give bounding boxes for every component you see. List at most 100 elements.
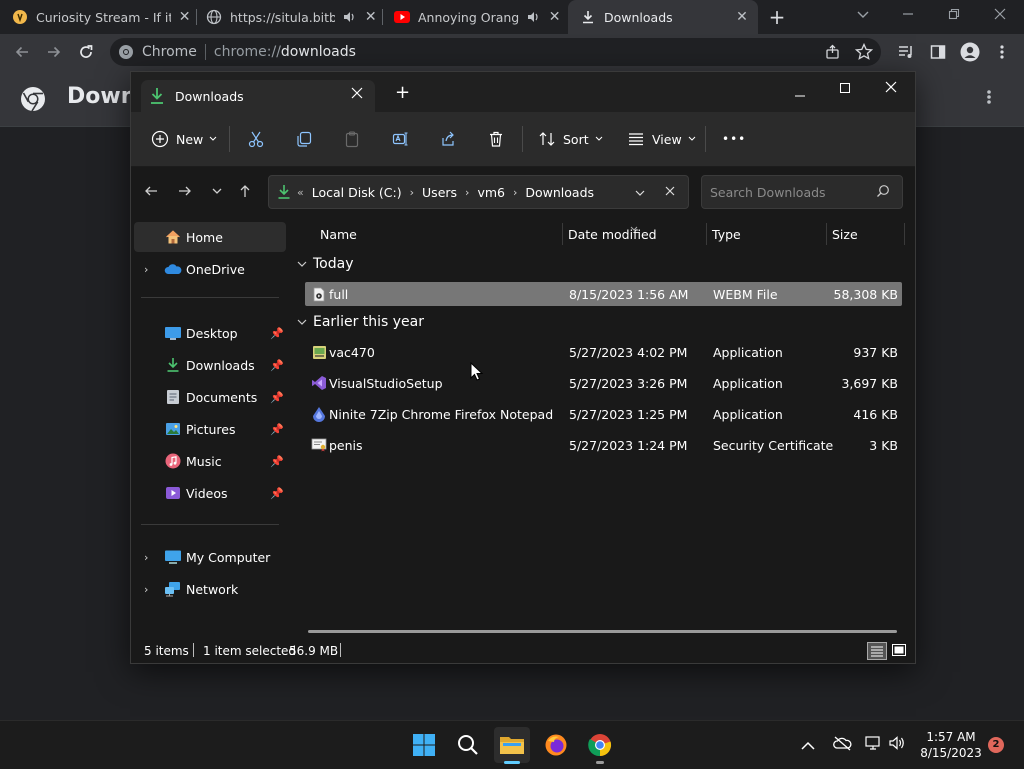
column-header-size[interactable]: Size — [832, 219, 858, 249]
search-input[interactable]: Search Downloads — [701, 175, 903, 209]
explorer-tab-downloads[interactable]: Downloads — [141, 80, 375, 112]
group-header-earlier-this-year[interactable]: Earlier this year — [297, 310, 424, 334]
nav-item-pictures[interactable]: Pictures 📌 — [134, 414, 286, 444]
breadcrumb-overflow[interactable]: « — [297, 186, 304, 199]
search-icon[interactable] — [876, 184, 890, 201]
browser-tab-annoying-orange[interactable]: Annoying Orange ✕ — [394, 0, 562, 34]
breadcrumb-downloads[interactable]: Downloads — [525, 185, 594, 200]
close-icon[interactable]: ✕ — [734, 9, 750, 25]
speaker-icon[interactable] — [341, 9, 357, 25]
minimize-icon[interactable] — [900, 6, 920, 26]
thumbnail-view-icon[interactable] — [891, 642, 909, 660]
address-bar[interactable]: Chrome chrome:// downloads — [110, 38, 881, 66]
breadcrumb-vm6[interactable]: vm6 — [477, 185, 505, 200]
search-icon[interactable] — [450, 727, 486, 763]
file-row-full[interactable]: full 8/15/2023 1:56 AM WEBM File 58,308 … — [305, 282, 902, 306]
details-view-icon[interactable] — [867, 642, 887, 660]
copy-icon[interactable] — [295, 125, 313, 153]
back-arrow-icon[interactable] — [10, 40, 34, 64]
view-button[interactable]: View — [627, 125, 696, 153]
pin-icon[interactable]: 📌 — [270, 455, 284, 468]
column-header-date-modified[interactable]: Date modified — [568, 219, 657, 249]
clock[interactable]: 1:57 AM 8/15/2023 — [916, 729, 986, 761]
new-tab-button[interactable]: + — [766, 6, 788, 28]
pin-icon[interactable]: 📌 — [270, 423, 284, 436]
breadcrumb-users[interactable]: Users — [422, 185, 457, 200]
pin-icon[interactable]: 📌 — [270, 487, 284, 500]
sort-button[interactable]: Sort — [538, 125, 603, 153]
file-row-vac470[interactable]: vac470 5/27/2023 4:02 PM Application 937… — [305, 340, 902, 364]
nav-item-downloads[interactable]: Downloads 📌 — [134, 350, 286, 380]
more-options-button[interactable]: ••• — [722, 125, 746, 153]
pin-icon[interactable]: 📌 — [270, 327, 284, 340]
forward-arrow-icon[interactable] — [42, 40, 66, 64]
bookmark-star-icon[interactable] — [854, 42, 874, 65]
up-arrow-icon[interactable] — [237, 183, 253, 203]
restore-icon[interactable] — [946, 6, 966, 26]
maximize-icon[interactable] — [838, 80, 852, 99]
breadcrumb-local-disk[interactable]: Local Disk (C:) — [312, 185, 402, 200]
rename-icon[interactable] — [391, 125, 409, 153]
profile-icon[interactable] — [958, 40, 982, 64]
browser-tab-downloads[interactable]: Downloads ✕ — [568, 0, 758, 34]
new-button[interactable]: New — [151, 125, 217, 153]
explorer-new-tab-button[interactable]: + — [395, 84, 410, 102]
close-window-icon[interactable] — [992, 6, 1012, 26]
delete-icon[interactable] — [487, 125, 505, 153]
nav-item-my-computer[interactable]: › My Computer — [134, 542, 286, 572]
share-icon[interactable] — [825, 44, 841, 64]
share-icon[interactable] — [439, 125, 457, 153]
cut-icon[interactable] — [247, 125, 265, 153]
chevron-up-icon[interactable] — [800, 737, 816, 756]
close-icon[interactable]: ✕ — [547, 9, 562, 25]
chrome-icon[interactable] — [582, 727, 618, 764]
group-header-today[interactable]: Today — [297, 252, 354, 276]
recent-locations-icon[interactable] — [209, 183, 225, 203]
tab-search-icon[interactable] — [855, 6, 875, 26]
column-header-name[interactable]: Name — [320, 219, 357, 249]
reload-icon[interactable] — [74, 40, 98, 64]
network-status-icon[interactable] — [864, 735, 882, 755]
back-arrow-icon[interactable] — [143, 183, 159, 203]
close-icon[interactable]: ✕ — [363, 9, 378, 25]
file-explorer-taskbar-icon[interactable] — [494, 727, 530, 764]
notification-badge[interactable]: 2 — [988, 737, 1004, 753]
browser-tab-curiosity[interactable]: Curiosity Stream - If it's ✕ — [12, 0, 192, 34]
close-icon[interactable] — [351, 87, 363, 102]
nav-item-desktop[interactable]: Desktop 📌 — [134, 318, 286, 348]
nav-item-music[interactable]: Music 📌 — [134, 446, 286, 476]
nav-item-home[interactable]: Home — [134, 222, 286, 252]
file-row-visualstudiosetup[interactable]: VisualStudioSetup 5/27/2023 3:26 PM Appl… — [305, 371, 902, 395]
column-header-type[interactable]: Type — [712, 219, 741, 249]
windows-start-icon[interactable] — [406, 727, 442, 763]
nav-item-documents[interactable]: Documents 📌 — [134, 382, 286, 412]
nav-item-network[interactable]: › Network — [134, 574, 286, 604]
forward-arrow-icon[interactable] — [177, 183, 193, 203]
minimize-icon[interactable] — [793, 86, 807, 105]
file-row-penis[interactable]: penis 5/27/2023 1:24 PM Security Certifi… — [305, 433, 902, 457]
pin-icon[interactable]: 📌 — [270, 391, 284, 404]
chevron-right-icon[interactable]: › — [144, 551, 148, 564]
media-controls-icon[interactable] — [894, 40, 918, 64]
horizontal-scrollbar[interactable] — [308, 630, 897, 633]
page-menu-icon[interactable] — [984, 88, 994, 110]
nav-item-videos[interactable]: Videos 📌 — [134, 478, 286, 508]
paste-icon[interactable] — [343, 125, 361, 153]
close-window-icon[interactable] — [884, 79, 898, 98]
chevron-right-icon[interactable]: › — [144, 583, 148, 596]
menu-kebab-icon[interactable] — [990, 40, 1014, 64]
browser-tab-situla[interactable]: https://situla.bitbit ✕ — [206, 0, 378, 34]
nav-item-onedrive[interactable]: › OneDrive — [134, 254, 286, 284]
firefox-icon[interactable] — [538, 727, 574, 763]
file-row-ninite[interactable]: Ninite 7Zip Chrome Firefox Notepad Inst.… — [305, 402, 902, 426]
address-dropdown-icon[interactable] — [634, 186, 646, 201]
breadcrumb[interactable]: « Local Disk (C:) › Users › vm6 › Downlo… — [268, 175, 689, 209]
volume-icon[interactable] — [888, 735, 906, 755]
clear-address-icon[interactable] — [664, 185, 676, 200]
close-icon[interactable]: ✕ — [177, 9, 192, 25]
chevron-right-icon[interactable]: › — [144, 263, 148, 276]
pin-icon[interactable]: 📌 — [270, 359, 284, 372]
onedrive-offline-icon[interactable] — [832, 735, 852, 755]
speaker-icon[interactable] — [525, 9, 541, 25]
side-panel-icon[interactable] — [926, 40, 950, 64]
